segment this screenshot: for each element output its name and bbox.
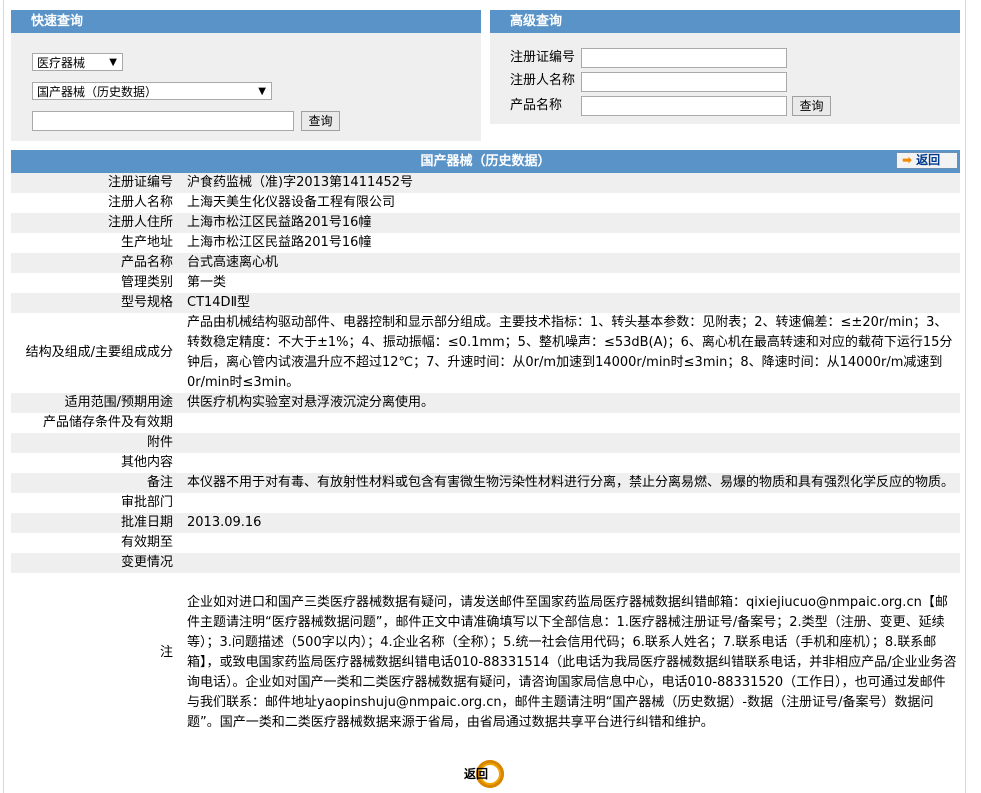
row-key: 注 (11, 573, 182, 733)
database-select-value: 国产器械（历史数据） (37, 85, 158, 99)
chevron-down-icon: ▼ (109, 57, 117, 68)
category-select[interactable]: 医疗器械 ▼ (32, 53, 123, 71)
category-select-value: 医疗器械 (37, 56, 86, 70)
table-row: 注册人名称 上海天美生化仪器设备工程有限公司 (11, 193, 960, 213)
reg-number-label: 注册证编号 (510, 50, 576, 65)
registrant-label: 注册人名称 (510, 73, 576, 88)
row-value (182, 453, 960, 473)
detail-table: 注册证编号 沪食药监械（准)字2013第1411452号 注册人名称 上海天美生化仪器… (11, 173, 960, 733)
keyword-input[interactable] (32, 111, 294, 131)
table-row: 其他内容 (11, 453, 960, 473)
quick-search-panel: 快速查询 医疗器械 ▼ 国产器械（历史数据） ▼ 查询 (11, 10, 481, 141)
row-value (182, 493, 960, 513)
table-row: 审批部门 (11, 493, 960, 513)
table-row: 产品储存条件及有效期 (11, 413, 960, 433)
row-key: 批准日期 (11, 513, 182, 533)
table-row: 附件 (11, 433, 960, 453)
quick-search-title: 快速查询 (11, 10, 481, 33)
row-value: 上海市松江区民益路201号16幢 (182, 213, 960, 233)
row-value (182, 433, 960, 453)
table-row: 批准日期 2013.09.16 (11, 513, 960, 533)
table-row: 产品名称 台式高速离心机 (11, 253, 960, 273)
row-key: 备注 (11, 473, 182, 493)
page-frame-right (965, 0, 966, 793)
table-row: 适用范围/预期用途 供医疗机构实验室对悬浮液沉淀分离使用。 (11, 393, 960, 413)
row-key: 产品名称 (11, 253, 182, 273)
table-row: 型号规格 CT14DⅡ型 (11, 293, 960, 313)
row-value: 第一类 (182, 273, 960, 293)
table-row: 备注 本仪器不用于对有毒、有放射性材料或包含有害微生物污染性材料进行分离，禁止分离… (11, 473, 960, 493)
advanced-search-title: 高级查询 (490, 10, 960, 33)
row-value: 供医疗机构实验室对悬浮液沉淀分离使用。 (182, 393, 960, 413)
table-row: 管理类别 第一类 (11, 273, 960, 293)
advanced-search-button[interactable]: 查询 (792, 96, 831, 116)
row-key: 适用范围/预期用途 (11, 393, 182, 413)
database-select[interactable]: 国产器械（历史数据） ▼ (32, 82, 272, 100)
detail-panel: 国产器械（历史数据） ➡ 返回 注册证编号 沪食药监械（准)字2013第141145… (11, 150, 960, 733)
detail-title-bar: 国产器械（历史数据） ➡ 返回 (11, 150, 960, 173)
row-key: 注册证编号 (11, 173, 182, 193)
row-value (182, 533, 960, 553)
row-value: 上海市松江区民益路201号16幢 (182, 233, 960, 253)
row-value: CT14DⅡ型 (182, 293, 960, 313)
back-button-bottom[interactable]: 返回 (462, 760, 510, 788)
table-row: 结构及组成/主要组成成分 产品由机械结构驱动部件、电器控制和显示部分组成。主要技术… (11, 313, 960, 393)
row-key: 变更情况 (11, 553, 182, 573)
row-key: 有效期至 (11, 533, 182, 553)
row-key: 管理类别 (11, 273, 182, 293)
table-row: 变更情况 (11, 553, 960, 573)
row-value: 上海天美生化仪器设备工程有限公司 (182, 193, 960, 213)
product-name-label: 产品名称 (510, 98, 563, 113)
quick-search-button[interactable]: 查询 (301, 111, 340, 131)
product-name-input[interactable] (581, 96, 787, 116)
page-frame-left (3, 0, 4, 793)
chevron-down-icon: ▼ (258, 86, 266, 97)
back-button-top[interactable]: ➡ 返回 (896, 152, 958, 169)
row-key: 生产地址 (11, 233, 182, 253)
arrow-right-icon: ➡ (902, 153, 913, 167)
row-value: 沪食药监械（准)字2013第1411452号 (182, 173, 960, 193)
row-value (182, 413, 960, 433)
row-key: 附件 (11, 433, 182, 453)
row-key: 注册人住所 (11, 213, 182, 233)
table-row: 生产地址 上海市松江区民益路201号16幢 (11, 233, 960, 253)
reg-number-input[interactable] (581, 48, 787, 68)
row-value: 2013.09.16 (182, 513, 960, 533)
back-button-bottom-label: 返回 (464, 767, 489, 781)
row-key: 型号规格 (11, 293, 182, 313)
row-key: 审批部门 (11, 493, 182, 513)
row-value: 本仪器不用于对有毒、有放射性材料或包含有害微生物污染性材料进行分离，禁止分离易燃… (182, 473, 960, 493)
back-button-top-label: 返回 (916, 153, 941, 167)
row-key: 注册人名称 (11, 193, 182, 213)
row-value: 台式高速离心机 (182, 253, 960, 273)
row-value: 企业如对进口和国产三类医疗器械数据有疑问，请发送邮件至国家药监局医疗器械数据纠错… (182, 573, 960, 733)
table-row: 注册人住所 上海市松江区民益路201号16幢 (11, 213, 960, 233)
table-row: 注企业如对进口和国产三类医疗器械数据有疑问，请发送邮件至国家药监局医疗器械数据纠… (11, 573, 960, 733)
row-key: 其他内容 (11, 453, 182, 473)
advanced-search-panel: 高级查询 注册证编号 注册人名称 产品名称 查询 (490, 10, 960, 124)
row-value: 产品由机械结构驱动部件、电器控制和显示部分组成。主要技术指标：1、转头基本参数：… (182, 313, 960, 393)
detail-title: 国产器械（历史数据） (420, 154, 551, 169)
row-value (182, 553, 960, 573)
row-key: 结构及组成/主要组成成分 (11, 313, 182, 393)
table-row: 注册证编号 沪食药监械（准)字2013第1411452号 (11, 173, 960, 193)
row-key: 产品储存条件及有效期 (11, 413, 182, 433)
table-row: 有效期至 (11, 533, 960, 553)
registrant-input[interactable] (581, 72, 787, 92)
